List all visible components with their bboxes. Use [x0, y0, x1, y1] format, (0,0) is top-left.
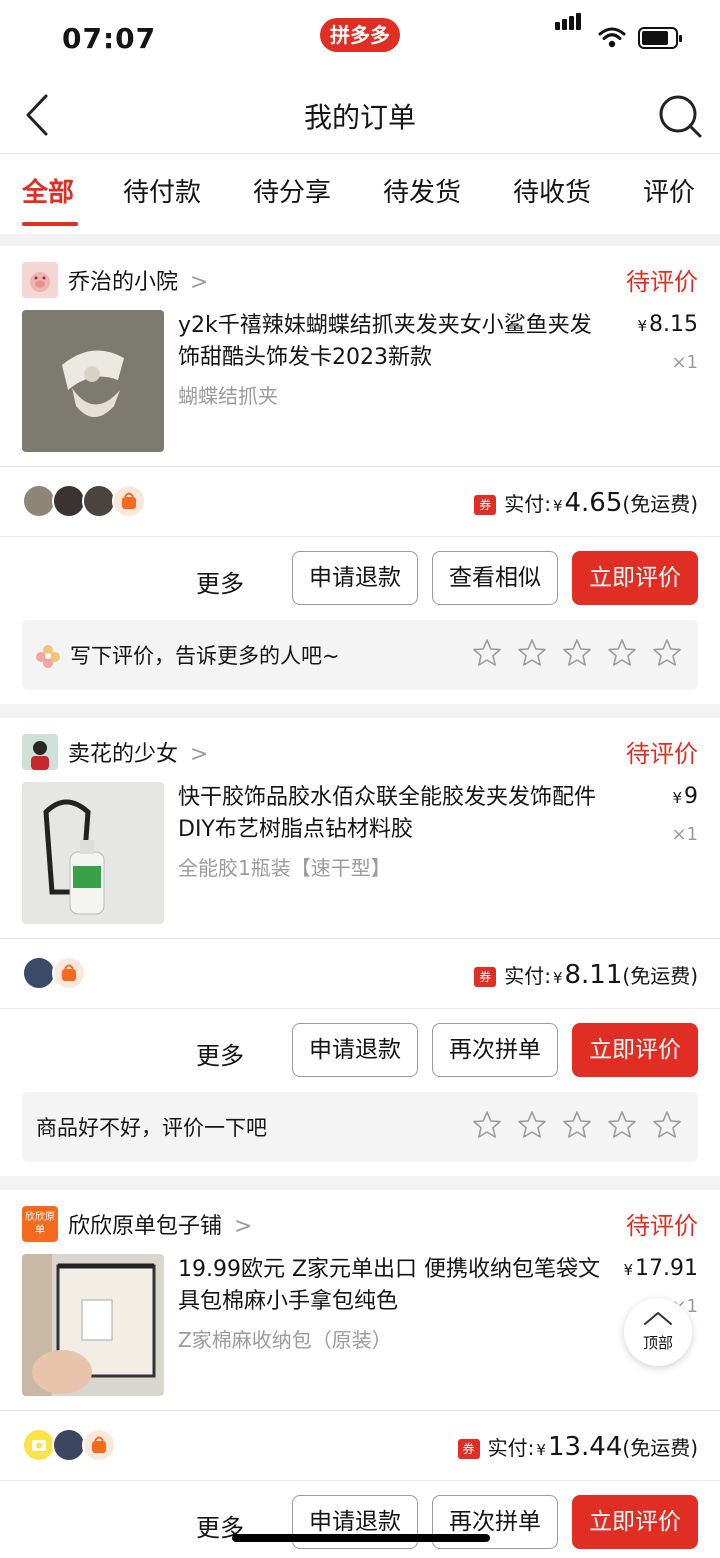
tab-all[interactable]: 全部	[22, 172, 74, 209]
refund-button[interactable]: 申请退款	[292, 551, 418, 605]
camera-icon	[22, 1428, 56, 1462]
product-thumbnail[interactable]	[22, 310, 164, 452]
avatar	[22, 484, 56, 518]
product-title[interactable]: 19.99欧元 Z家元单出口 便携收纳包笔袋文具包棉麻小手拿包纯色	[178, 1254, 608, 1318]
order-card: 乔治的小院 > 待评价 y2k千禧辣妹蝴蝶结抓夹发夹女小鲨鱼夹发饰甜酷头饰发卡20…	[0, 246, 720, 704]
review-prompt-text: 商品好不好，评价一下吧	[36, 1116, 267, 1140]
order-card: 欣欣原单 欣欣原单包子铺 > 待评价 19.99欧元 Z家元单出口 便携收纳包笔袋…	[0, 1190, 720, 1558]
tab-pending-share[interactable]: 待分享	[253, 172, 331, 209]
product-price: ¥9	[672, 784, 698, 809]
product-thumbnail[interactable]	[22, 1254, 164, 1396]
battery-icon	[638, 27, 682, 49]
tab-pending-payment[interactable]: 待付款	[123, 172, 201, 209]
shop-name[interactable]: 欣欣原单包子铺 >	[68, 1208, 252, 1240]
shopping-bag-icon	[52, 956, 86, 990]
search-icon[interactable]	[656, 92, 704, 140]
shop-logo[interactable]: 欣欣原单	[22, 1206, 58, 1242]
product-thumbnail[interactable]	[22, 782, 164, 924]
product-spec: 蝴蝶结抓夹	[178, 384, 278, 408]
review-now-button[interactable]: 立即评价	[572, 1023, 698, 1077]
nav-header: 我的订单	[0, 78, 720, 154]
app-badge: 拼多多	[320, 18, 400, 52]
order-tabs: 全部 待付款 待分享 待发货 待收货 评价	[0, 154, 720, 234]
avatar	[52, 1428, 86, 1462]
star-icon[interactable]	[652, 638, 682, 668]
shopping-bag-icon	[112, 484, 146, 518]
active-tab-indicator	[22, 222, 78, 226]
star-icon[interactable]	[607, 1110, 637, 1140]
shopping-bag-icon	[82, 1428, 116, 1462]
avatar	[22, 956, 56, 990]
refund-button[interactable]: 申请退款	[292, 1023, 418, 1077]
review-prompt-box[interactable]: 商品好不好，评价一下吧	[22, 1092, 698, 1162]
order-status: 待评价	[626, 1212, 698, 1240]
chevron-right-icon: >	[234, 1214, 253, 1239]
review-now-button[interactable]: 立即评价	[572, 1495, 698, 1549]
tab-pending-shipment[interactable]: 待发货	[383, 172, 461, 209]
chevron-right-icon: >	[190, 270, 209, 295]
star-icon[interactable]	[472, 1110, 502, 1140]
star-icon[interactable]	[472, 638, 502, 668]
tab-pending-receipt[interactable]: 待收货	[513, 172, 591, 209]
divider	[0, 536, 720, 537]
divider	[0, 1008, 720, 1009]
product-title[interactable]: y2k千禧辣妹蝴蝶结抓夹发夹女小鲨鱼夹发饰甜酷头饰发卡2023新款	[178, 310, 608, 374]
divider	[0, 938, 720, 939]
product-quantity: ×1	[671, 352, 698, 373]
product-quantity: ×1	[671, 824, 698, 845]
star-icon[interactable]	[607, 638, 637, 668]
divider	[0, 1480, 720, 1481]
coupon-badge: 券	[474, 495, 497, 515]
chevron-right-icon: >	[190, 742, 209, 767]
paid-amount: 券实付: ¥8.11(免运费)	[474, 960, 698, 990]
avatar	[52, 484, 86, 518]
product-spec: 全能胶1瓶装【速干型】	[178, 856, 391, 880]
star-icon[interactable]	[517, 1110, 547, 1140]
avatar	[82, 484, 116, 518]
home-indicator[interactable]	[232, 1534, 490, 1542]
star-icon[interactable]	[652, 1110, 682, 1140]
back-to-top-label: 顶部	[642, 1334, 673, 1352]
more-button[interactable]: 更多	[196, 564, 244, 599]
coupon-badge: 券	[474, 967, 497, 987]
shop-name[interactable]: 乔治的小院 >	[68, 264, 208, 296]
coupon-badge: 券	[457, 1439, 480, 1459]
status-time: 07:07	[62, 22, 157, 55]
chevron-up-icon	[644, 1312, 672, 1325]
order-status: 待评价	[626, 740, 698, 768]
order-card: 卖花的少女 > 待评价 快干胶饰品胶水佰众联全能胶发夹发饰配件DIY布艺树脂点钻材…	[0, 718, 720, 1176]
order-status: 待评价	[626, 268, 698, 296]
star-icon[interactable]	[562, 1110, 592, 1140]
divider	[0, 1410, 720, 1411]
paid-amount: 券实付: ¥13.44(免运费)	[457, 1432, 698, 1462]
shop-name[interactable]: 卖花的少女 >	[68, 736, 208, 768]
star-icon[interactable]	[517, 638, 547, 668]
divider	[0, 466, 720, 467]
more-button[interactable]: 更多	[196, 1036, 244, 1071]
review-now-button[interactable]: 立即评价	[572, 551, 698, 605]
product-spec: Z家棉麻收纳包（原装）	[178, 1328, 392, 1352]
back-to-top-button[interactable]: 顶部	[624, 1298, 692, 1366]
paid-amount: 券实付: ¥4.65(免运费)	[474, 488, 698, 518]
star-icon[interactable]	[562, 638, 592, 668]
reorder-button[interactable]: 再次拼单	[432, 1023, 558, 1077]
review-prompt-box[interactable]: 写下评价，告诉更多的人吧~	[22, 620, 698, 690]
wifi-icon	[598, 27, 626, 48]
view-similar-button[interactable]: 查看相似	[432, 551, 558, 605]
product-title[interactable]: 快干胶饰品胶水佰众联全能胶发夹发饰配件DIY布艺树脂点钻材料胶	[178, 782, 608, 846]
status-bar: 07:07 拼多多	[0, 0, 720, 78]
shop-avatar[interactable]	[22, 262, 58, 298]
review-prompt-text: 写下评价，告诉更多的人吧~	[70, 644, 340, 668]
page-title: 我的订单	[303, 101, 416, 134]
product-price: ¥8.15	[637, 312, 698, 337]
flower-icon	[36, 645, 60, 668]
product-price: ¥17.91	[623, 1256, 698, 1281]
tab-review[interactable]: 评价	[643, 172, 695, 209]
shop-avatar[interactable]	[22, 734, 58, 770]
